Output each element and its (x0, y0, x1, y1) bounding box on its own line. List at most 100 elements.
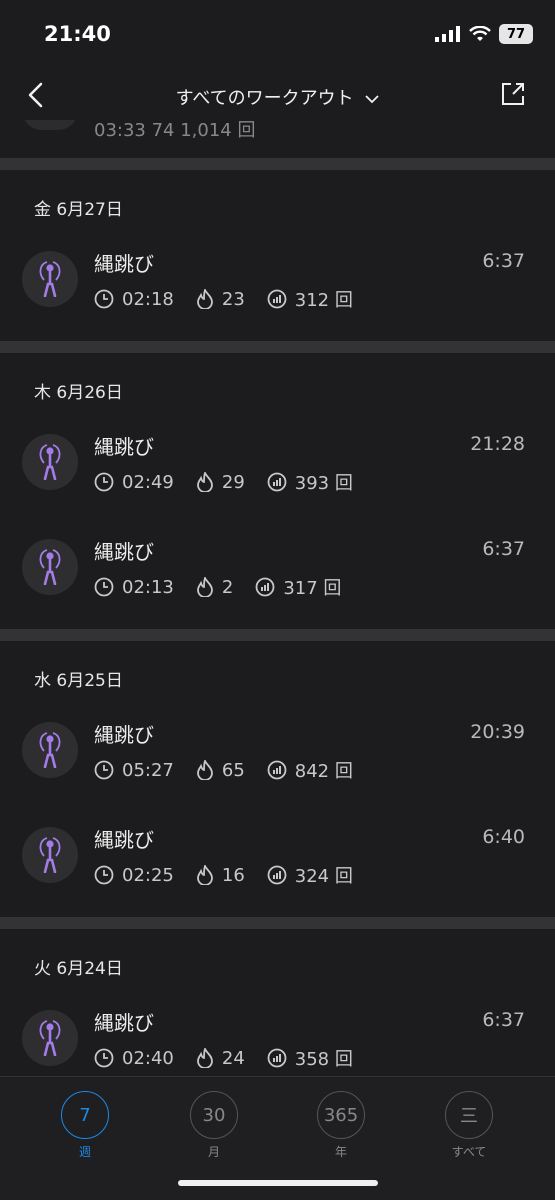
calories-value: 2 (221, 576, 234, 598)
duration-value: 02:13 (122, 576, 174, 598)
duration-value: 02:18 (122, 288, 174, 310)
count-value: 324 回 (294, 866, 353, 887)
home-indicator (178, 1180, 378, 1186)
section-date: 水 6月25日 (34, 671, 123, 691)
clock-icon (94, 289, 114, 309)
workout-row[interactable]: 縄跳び 21:28 02:49 29 393 回 (0, 419, 555, 524)
workout-avatar (22, 722, 78, 778)
flame-icon (196, 1048, 213, 1068)
count-value: 317 回 (283, 578, 342, 599)
workout-avatar (22, 1010, 78, 1066)
avatar (22, 120, 78, 130)
calories-value: 16 (221, 864, 245, 886)
tab-label: すべて (451, 1145, 487, 1159)
workout-time: 6:37 (482, 250, 525, 272)
count-stat: 312 回 (267, 286, 353, 312)
workout-time: 6:37 (482, 538, 525, 560)
workout-avatar (22, 251, 78, 307)
duration-stat: 02:25 (94, 865, 174, 886)
count-value: 842 回 (294, 761, 353, 782)
jump-rope-icon (39, 261, 61, 297)
workout-row[interactable]: 縄跳び 6:37 02:18 23 312 回 (0, 236, 555, 341)
calories-stat: 65 (196, 760, 245, 781)
jump-rope-icon (39, 732, 61, 768)
workout-stats: 02:18 23 312 回 (94, 286, 375, 312)
calories-stat: 16 (196, 865, 245, 886)
workout-avatar (22, 434, 78, 490)
workout-time: 6:37 (482, 1009, 525, 1031)
duration-value: 02:40 (122, 1047, 174, 1069)
workout-avatar (22, 827, 78, 883)
workout-stats: 05:27 65 842 回 (94, 757, 375, 783)
section-divider (0, 341, 555, 353)
count-value: 358 回 (294, 1049, 353, 1070)
count-icon (267, 865, 287, 885)
workout-filter-dropdown[interactable]: すべてのワークアウト (0, 84, 555, 110)
workout-row[interactable]: 縄跳び 6:40 02:25 16 324 回 (0, 812, 555, 917)
tab-label: 週 (78, 1145, 91, 1159)
clock-icon (94, 472, 114, 492)
count-stat: 842 回 (267, 757, 353, 783)
clock-icon (94, 865, 114, 885)
workout-list[interactable]: 03:33 74 1,014 回 金 6月27日 縄跳び 6:37 02:18 … (0, 120, 555, 1076)
workout-time: 6:40 (482, 826, 525, 848)
count-icon (267, 472, 287, 492)
duration-stat: 05:27 (94, 760, 174, 781)
duration-stat: 02:49 (94, 472, 174, 493)
workout-row[interactable]: 縄跳び 6:37 02:40 24 358 回 (0, 995, 555, 1076)
section-divider (0, 629, 555, 641)
day-section: 金 6月27日 縄跳び 6:37 02:18 23 312 回 (0, 170, 555, 341)
duration-value: 05:27 (122, 759, 174, 781)
clock-icon (94, 760, 114, 780)
duration-stat: 02:40 (94, 1048, 174, 1069)
tab-label: 月 (207, 1145, 220, 1159)
count-stat: 393 回 (267, 469, 353, 495)
tab-2[interactable]: 365 年 (301, 1091, 381, 1160)
jump-rope-icon (39, 837, 61, 873)
count-stat: 317 回 (255, 574, 341, 600)
status-bar: 21:40 77 (0, 0, 555, 70)
calories-value: 24 (221, 1047, 245, 1069)
clock-icon (94, 1048, 114, 1068)
tab-3[interactable]: 三 すべて (429, 1091, 509, 1160)
calories-stat: 23 (196, 289, 245, 310)
flame-icon (196, 577, 213, 597)
workout-title: 縄跳び (94, 723, 154, 747)
workout-stats: 02:49 29 393 回 (94, 469, 375, 495)
workout-title: 縄跳び (94, 252, 154, 276)
tab-circle: 30 (190, 1091, 238, 1139)
flame-icon (196, 289, 213, 309)
share-icon[interactable] (499, 80, 527, 108)
section-divider (0, 158, 555, 170)
status-time: 21:40 (44, 22, 111, 46)
count-icon (255, 577, 275, 597)
section-divider (0, 917, 555, 929)
tab-0[interactable]: 7 週 (45, 1091, 125, 1160)
tab-circle: 365 (317, 1091, 365, 1139)
duration-value: 02:25 (122, 864, 174, 886)
duration-stat: 02:18 (94, 289, 174, 310)
count-icon (267, 289, 287, 309)
workout-title: 縄跳び (94, 435, 154, 459)
section-date: 木 6月26日 (34, 383, 123, 403)
day-section: 水 6月25日 縄跳び 20:39 05:27 65 842 回 縄跳び 6:4… (0, 641, 555, 917)
nav-bar: すべてのワークアウト (0, 70, 555, 120)
workout-title: 縄跳び (94, 1011, 154, 1035)
clock-icon (94, 577, 114, 597)
section-date: 金 6月27日 (34, 200, 123, 220)
calories-value: 29 (221, 471, 245, 493)
workout-stats: 02:40 24 358 回 (94, 1045, 375, 1071)
status-icons: 77 (435, 24, 533, 44)
tab-circle: 7 (61, 1091, 109, 1139)
workout-row[interactable]: 縄跳び 6:37 02:13 2 317 回 (0, 524, 555, 629)
wifi-icon (469, 26, 491, 41)
workout-avatar (22, 539, 78, 595)
workout-row[interactable]: 縄跳び 20:39 05:27 65 842 回 (0, 707, 555, 812)
tab-1[interactable]: 30 月 (174, 1091, 254, 1160)
workout-title: 縄跳び (94, 540, 154, 564)
count-icon (267, 1048, 287, 1068)
workout-stats: 02:13 2 317 回 (94, 574, 363, 600)
calories-value: 65 (221, 759, 245, 781)
tab-label: 年 (334, 1145, 347, 1159)
section-date: 火 6月24日 (34, 959, 123, 979)
